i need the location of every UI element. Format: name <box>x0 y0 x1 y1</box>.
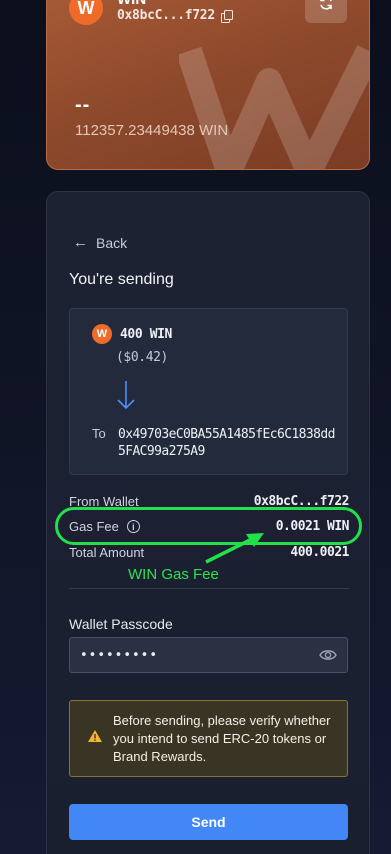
warning-text: Before sending, please verify whether yo… <box>113 713 331 764</box>
warning-box: Before sending, please verify whether yo… <box>69 700 348 777</box>
eye-icon[interactable] <box>319 647 337 663</box>
divider <box>69 588 349 589</box>
to-label: To <box>92 426 106 441</box>
warning-icon <box>88 730 102 742</box>
page-title: You're sending <box>69 271 174 288</box>
balance-token: 112357.23449438 WIN <box>75 122 229 139</box>
token-logo: W <box>92 324 112 344</box>
total-amount-value: 400.0021 <box>290 545 349 560</box>
wallet-logo: W <box>69 0 103 25</box>
copy-icon[interactable] <box>220 9 233 23</box>
recipient-address: 0x49703eC0BA55A1485fEc6C1838dd5FAC99a275… <box>118 427 335 459</box>
down-arrow-icon <box>117 381 135 410</box>
refresh-button[interactable] <box>305 0 347 23</box>
transaction-summary: W 400 WIN ($0.42) To 0x49703eC0BA55A1485… <box>69 308 348 475</box>
wallet-address: 0x8bcC...f722 <box>117 8 233 23</box>
total-amount-label: Total Amount <box>69 545 145 560</box>
send-button[interactable]: Send <box>69 804 348 840</box>
balance-fiat: -- <box>75 94 91 116</box>
annotation-arrow-icon <box>205 533 264 564</box>
refresh-icon <box>320 0 332 10</box>
passcode-input[interactable] <box>69 637 348 673</box>
passcode-label: Wallet Passcode <box>69 616 173 632</box>
wallet-name: WIN <box>117 0 146 8</box>
annotation-label: WIN Gas Fee <box>128 566 219 583</box>
send-amount: 400 WIN <box>120 326 172 342</box>
wallet-card: W WIN 0x8bcC...f722 -- 112357.23449438 W… <box>46 0 370 170</box>
back-button[interactable]: ← Back <box>73 234 127 251</box>
brand-watermark <box>179 45 369 169</box>
wallet-address-text: 0x8bcC...f722 <box>117 8 215 23</box>
token-row: W 400 WIN <box>92 324 172 344</box>
back-label: Back <box>96 234 128 251</box>
send-amount-fiat: ($0.42) <box>116 350 168 365</box>
back-arrow-icon: ← <box>73 234 88 251</box>
